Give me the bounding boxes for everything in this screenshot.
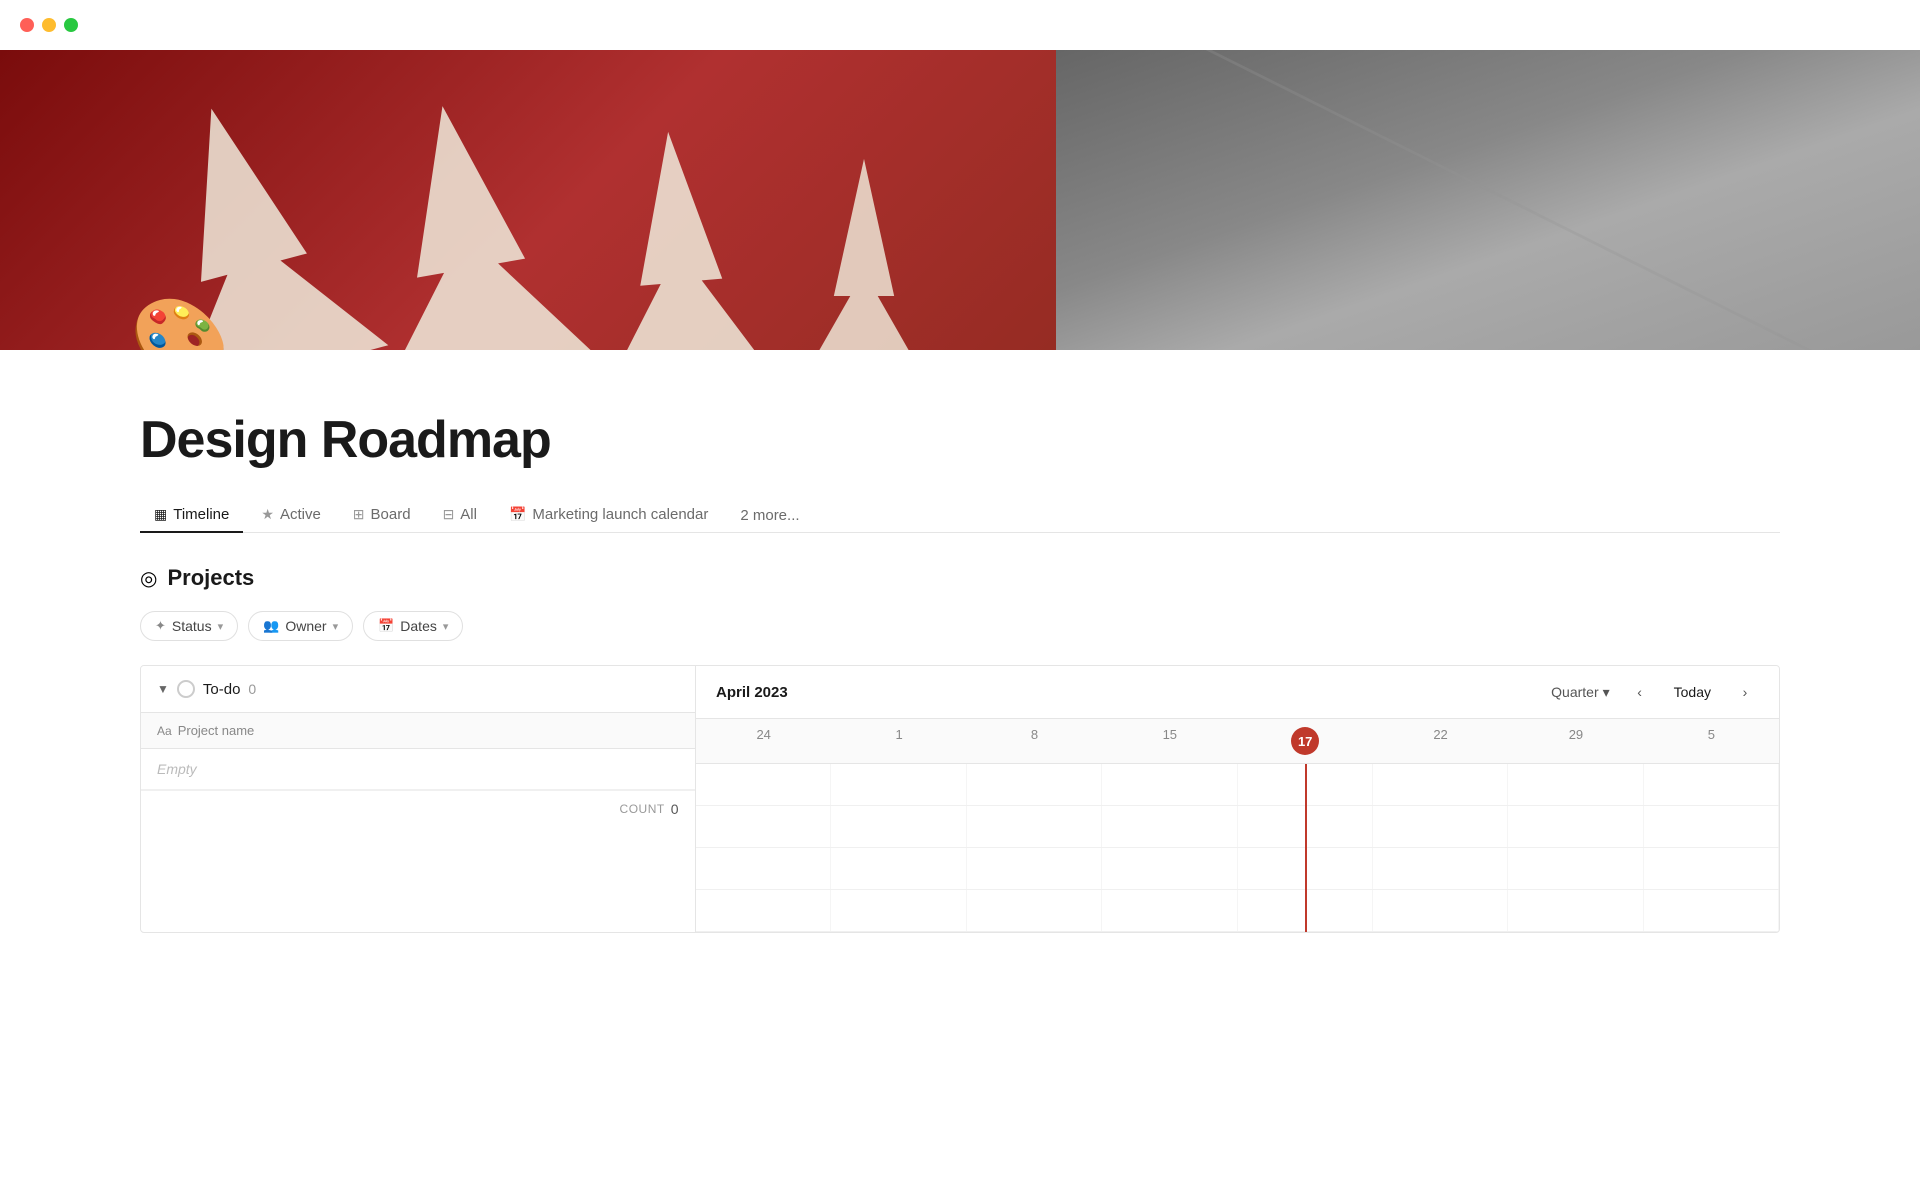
count-row: COUNT 0 <box>141 790 695 827</box>
section-title: Projects <box>167 565 254 591</box>
column-header: Aa Project name <box>141 713 695 749</box>
date-cell-1: 1 <box>831 719 966 763</box>
today-line <box>1305 764 1307 932</box>
tab-all[interactable]: ⊟ All <box>429 498 491 533</box>
timeline-container: ▼ To-do 0 Aa Project name Empty COUNT 0 <box>140 665 1780 933</box>
date-cell-8: 8 <box>967 719 1102 763</box>
date-cell-17: 17 <box>1238 719 1373 763</box>
hero-banner: 🎨 <box>0 50 1920 350</box>
timeline-row-4 <box>696 890 1779 932</box>
date-ruler: 24 1 8 15 17 22 29 <box>696 719 1779 764</box>
all-icon: ⊟ <box>443 506 455 523</box>
timeline-row-1 <box>696 764 1779 806</box>
date-cell-15: 15 <box>1102 719 1237 763</box>
page-title: Design Roadmap <box>140 410 1780 470</box>
calendar-icon: 📅 <box>509 506 526 523</box>
next-button[interactable]: › <box>1731 678 1759 706</box>
star-icon: ★ <box>261 506 274 523</box>
empty-row: Empty <box>141 749 695 790</box>
count-value: 0 <box>671 801 679 817</box>
status-icon: ✦ <box>155 618 166 634</box>
dates-icon: 📅 <box>378 618 394 634</box>
timeline-body <box>696 764 1779 932</box>
tabs-bar: ▦ Timeline ★ Active ⊞ Board ⊟ All 📅 Mark… <box>140 498 1780 533</box>
group-header: ▼ To-do 0 <box>141 666 695 713</box>
tab-board[interactable]: ⊞ Board <box>339 498 425 533</box>
today-badge: 17 <box>1291 727 1319 755</box>
tab-marketing[interactable]: 📅 Marketing launch calendar <box>495 498 722 533</box>
timeline-month: April 2023 <box>716 684 788 701</box>
group-status-icon <box>177 680 195 698</box>
view-selector[interactable]: Quarter ▾ <box>1543 680 1618 705</box>
owner-filter[interactable]: 👥 Owner ▾ <box>248 611 353 641</box>
timeline-icon: ▦ <box>154 506 167 523</box>
page-icon: 🎨 <box>130 300 230 350</box>
section-header: ◎ Projects <box>140 565 1780 591</box>
date-cell-5: 5 <box>1644 719 1779 763</box>
chevron-down-icon: ▾ <box>333 620 339 633</box>
tabs-more[interactable]: 2 more... <box>726 499 813 532</box>
date-cell-29: 29 <box>1508 719 1643 763</box>
timeline-row-2 <box>696 806 1779 848</box>
timeline-row-3 <box>696 848 1779 890</box>
group-count: 0 <box>248 681 256 697</box>
top-bar <box>0 0 1920 50</box>
minimize-button[interactable] <box>42 18 56 32</box>
timeline-header: April 2023 Quarter ▾ ‹ Today › <box>696 666 1779 719</box>
collapse-arrow-icon[interactable]: ▼ <box>157 682 169 696</box>
group-label: To-do <box>203 681 241 698</box>
right-panel: April 2023 Quarter ▾ ‹ Today › 24 1 <box>696 666 1779 932</box>
prev-button[interactable]: ‹ <box>1626 678 1654 706</box>
status-filter[interactable]: ✦ Status ▾ <box>140 611 238 641</box>
text-icon: Aa <box>157 724 172 738</box>
maximize-button[interactable] <box>64 18 78 32</box>
chevron-down-icon: ▾ <box>218 620 224 633</box>
tab-timeline[interactable]: ▦ Timeline <box>140 498 243 533</box>
window-controls <box>20 18 78 32</box>
date-cell-22: 22 <box>1373 719 1508 763</box>
close-button[interactable] <box>20 18 34 32</box>
date-cell-24: 24 <box>696 719 831 763</box>
today-button[interactable]: Today <box>1662 680 1723 704</box>
filter-bar: ✦ Status ▾ 👥 Owner ▾ 📅 Dates ▾ <box>140 611 1780 641</box>
left-panel: ▼ To-do 0 Aa Project name Empty COUNT 0 <box>141 666 696 932</box>
section-icon: ◎ <box>140 566 157 591</box>
count-label: COUNT <box>620 802 665 816</box>
chevron-down-icon: ▾ <box>1603 684 1610 701</box>
banner-arrows <box>0 50 1920 350</box>
dates-filter[interactable]: 📅 Dates ▾ <box>363 611 463 641</box>
chevron-down-icon: ▾ <box>443 620 449 633</box>
tab-active[interactable]: ★ Active <box>247 498 334 533</box>
board-icon: ⊞ <box>353 506 365 523</box>
main-content: Design Roadmap ▦ Timeline ★ Active ⊞ Boa… <box>0 350 1920 973</box>
owner-icon: 👥 <box>263 618 279 634</box>
timeline-controls: Quarter ▾ ‹ Today › <box>1543 678 1759 706</box>
